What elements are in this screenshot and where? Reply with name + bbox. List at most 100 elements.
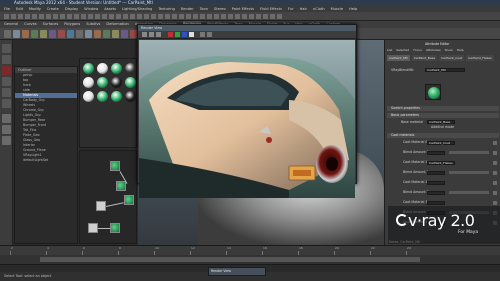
shelf-button-icon[interactable] <box>130 30 137 38</box>
status-line-icon[interactable] <box>263 14 268 19</box>
shelf-tab-curves[interactable]: Curves <box>24 21 36 28</box>
coat-row-field[interactable] <box>427 180 445 185</box>
time-slider[interactable]: 2 4 6 8 10 12 14 16 18 20 22 24 <box>0 245 500 255</box>
coat-row-field[interactable] <box>427 150 445 155</box>
attr-menu-focus[interactable]: Focus <box>413 48 422 53</box>
status-line-icon[interactable] <box>116 14 121 19</box>
coat-row-field[interactable] <box>427 200 445 205</box>
status-line-icon[interactable] <box>207 14 212 19</box>
additive-mode-checkbox[interactable]: Additive mode <box>431 125 454 130</box>
map-button-icon[interactable] <box>493 150 497 155</box>
coat-row-field[interactable]: CarPaint_Coat <box>427 140 455 145</box>
shelf-button-icon[interactable] <box>85 30 92 38</box>
paint-tool-icon[interactable] <box>2 66 11 75</box>
rotate-tool-icon[interactable] <box>2 88 11 97</box>
material-swatch[interactable] <box>111 77 122 88</box>
save-image-icon[interactable] <box>200 32 205 37</box>
status-line-icon[interactable] <box>11 14 16 19</box>
render-view-window[interactable]: Render View <box>137 24 357 198</box>
shader-name-field[interactable]: CarPaint_Mtl <box>425 68 465 72</box>
shelf-tab-polygons[interactable]: Polygons <box>64 21 80 28</box>
status-line-icon[interactable] <box>123 14 128 19</box>
material-swatch[interactable] <box>83 63 94 74</box>
status-line-icon[interactable] <box>151 14 156 19</box>
shelf-button-icon[interactable] <box>22 30 29 38</box>
status-line-icon[interactable] <box>214 14 219 19</box>
node-tab[interactable]: CarPaint_Base <box>411 55 438 61</box>
region-render-icon[interactable] <box>156 32 161 37</box>
shelf-button-icon[interactable] <box>112 30 119 38</box>
coat-row-field[interactable] <box>427 190 445 195</box>
material-swatch[interactable] <box>83 91 94 102</box>
status-line-icon[interactable] <box>179 14 184 19</box>
shelf-button-icon[interactable] <box>49 30 56 38</box>
attr-menu-help[interactable]: Help <box>457 48 464 53</box>
status-line-icon[interactable] <box>88 14 93 19</box>
status-line-icon[interactable] <box>221 14 226 19</box>
shelf-button-icon[interactable] <box>94 30 101 38</box>
section-coat-materials[interactable]: Coat materials <box>387 133 499 138</box>
map-button-icon[interactable] <box>493 140 497 145</box>
outliner-item[interactable]: defaultLightSet <box>15 158 77 163</box>
shelf-tab-general[interactable]: General <box>4 21 18 28</box>
shelf-button-icon[interactable] <box>58 30 65 38</box>
status-line-icon[interactable] <box>18 14 23 19</box>
status-line-icon[interactable] <box>67 14 72 19</box>
map-button-icon[interactable] <box>493 200 497 205</box>
status-line-icon[interactable] <box>74 14 79 19</box>
section-basic-parameters[interactable]: Basic parameters <box>387 113 499 118</box>
alpha-channel-icon[interactable] <box>189 32 194 37</box>
select-tool-icon[interactable] <box>2 44 11 53</box>
status-line-icon[interactable] <box>53 14 58 19</box>
shelf-button-icon[interactable] <box>103 30 110 38</box>
status-line-icon[interactable] <box>172 14 177 19</box>
status-line-icon[interactable] <box>81 14 86 19</box>
layout-four-icon[interactable] <box>2 125 11 134</box>
move-tool-icon[interactable] <box>2 77 11 86</box>
node-tab[interactable]: CarPaint_Mtl <box>387 55 410 61</box>
texture-node[interactable] <box>96 201 106 211</box>
material-swatch[interactable] <box>97 77 108 88</box>
material-swatch[interactable] <box>111 63 122 74</box>
status-line-icon[interactable] <box>144 14 149 19</box>
green-channel-icon[interactable] <box>175 32 180 37</box>
shelf-button-icon[interactable] <box>4 30 11 38</box>
coat-row-field[interactable] <box>427 170 445 175</box>
blend-amount-slider[interactable] <box>449 151 489 154</box>
keep-image-icon[interactable] <box>207 32 212 37</box>
status-line-icon[interactable] <box>39 14 44 19</box>
status-line-icon[interactable] <box>200 14 205 19</box>
attr-menu-attributes[interactable]: Attributes <box>426 48 441 53</box>
map-button-icon[interactable] <box>493 190 497 195</box>
shelf-button-icon[interactable] <box>67 30 74 38</box>
status-line-icon[interactable] <box>102 14 107 19</box>
shelf-tab-deformation[interactable]: Deformation <box>106 21 128 28</box>
status-line-icon[interactable] <box>228 14 233 19</box>
shader-node[interactable] <box>110 223 120 233</box>
status-line-icon[interactable] <box>256 14 261 19</box>
texture-node[interactable] <box>88 223 98 233</box>
status-line-icon[interactable] <box>4 14 9 19</box>
shelf-button-icon[interactable] <box>76 30 83 38</box>
render-icon[interactable] <box>142 32 147 37</box>
attr-menu-selected[interactable]: Selected <box>396 48 409 53</box>
material-swatch[interactable] <box>83 77 94 88</box>
red-channel-icon[interactable] <box>168 32 173 37</box>
shelf-tab-surfaces[interactable]: Surfaces <box>43 21 59 28</box>
material-swatch[interactable] <box>125 63 136 74</box>
status-line-icon[interactable] <box>235 14 240 19</box>
section-swatch-properties[interactable]: Swatch properties <box>387 106 499 111</box>
material-swatch[interactable] <box>111 91 122 102</box>
status-line-icon[interactable] <box>137 14 142 19</box>
status-line-icon[interactable] <box>249 14 254 19</box>
layout-single-icon[interactable] <box>2 114 11 123</box>
attr-menu-list[interactable]: List <box>387 48 392 53</box>
range-slider[interactable] <box>0 255 500 264</box>
status-line-icon[interactable] <box>109 14 114 19</box>
status-line-icon[interactable] <box>270 14 275 19</box>
status-line-icon[interactable] <box>32 14 37 19</box>
shader-node[interactable] <box>110 161 120 171</box>
node-tab[interactable]: CarPaint_Coat <box>439 55 465 61</box>
base-material-field[interactable]: CarPaint_Base <box>427 120 455 124</box>
status-line-icon[interactable] <box>46 14 51 19</box>
